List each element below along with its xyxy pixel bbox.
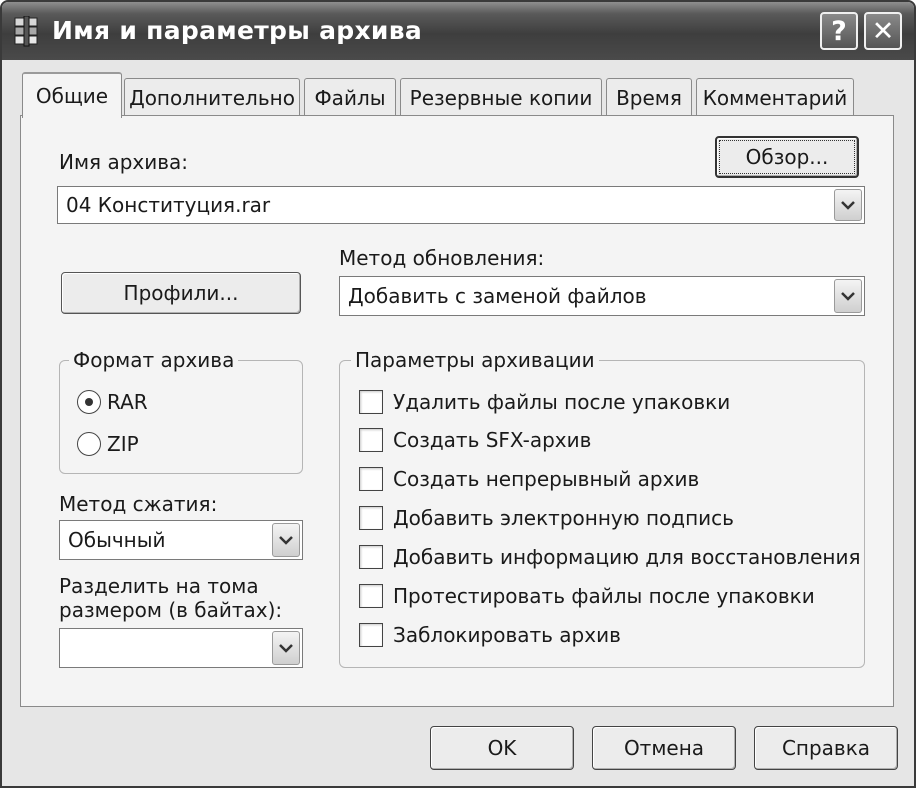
chevron-down-icon[interactable]	[834, 189, 862, 221]
cancel-button-label: Отмена	[623, 736, 705, 760]
digital-signature-checkbox[interactable]	[359, 506, 383, 530]
question-mark-icon: ?	[831, 15, 847, 47]
split-volumes-label-line2: размером (в байтах):	[59, 598, 283, 622]
archiving-options-group-label: Параметры архивации	[351, 348, 599, 372]
tab-backup[interactable]: Резервные копии	[400, 78, 602, 116]
update-method-value: Добавить с заменой файлов	[348, 284, 647, 308]
solid-archive-checkbox[interactable]	[359, 467, 383, 491]
lock-archive-label[interactable]: Заблокировать архив	[393, 623, 621, 647]
test-after-pack-label[interactable]: Протестировать файлы после упаковки	[393, 584, 815, 608]
profiles-button[interactable]: Профили...	[61, 272, 301, 314]
lock-archive-checkbox[interactable]	[359, 623, 383, 647]
tab-time[interactable]: Время	[606, 78, 692, 116]
help-title-button[interactable]: ?	[820, 12, 858, 50]
ok-button[interactable]: OK	[430, 726, 574, 770]
archive-name-label: Имя архива:	[59, 150, 189, 174]
delete-after-pack-label[interactable]: Удалить файлы после упаковки	[393, 390, 730, 414]
archive-name-combobox[interactable]: 04 Конституция.rar	[57, 186, 865, 224]
recovery-record-label[interactable]: Добавить информацию для восстановления	[393, 545, 861, 569]
recovery-record-checkbox[interactable]	[359, 545, 383, 569]
tab-advanced[interactable]: Дополнительно	[124, 78, 300, 116]
close-button[interactable]: ✕	[864, 12, 902, 50]
window-title: Имя и параметры архива	[52, 16, 423, 45]
tab-label: Дополнительно	[129, 85, 295, 110]
rar-radio-label[interactable]: RAR	[107, 390, 148, 414]
browse-button-label: Обзор...	[745, 145, 829, 169]
ok-button-label: OK	[487, 736, 517, 760]
compression-method-value: Обычный	[68, 528, 166, 552]
create-sfx-checkbox[interactable]	[359, 428, 383, 452]
create-sfx-label[interactable]: Создать SFX-архив	[393, 428, 591, 452]
close-icon: ✕	[871, 15, 895, 47]
tab-label: Общие	[35, 84, 109, 108]
tab-comment[interactable]: Комментарий	[696, 78, 854, 116]
chevron-down-icon[interactable]	[834, 279, 862, 313]
cancel-button[interactable]: Отмена	[592, 726, 736, 770]
tab-label: Файлы	[314, 85, 386, 110]
digital-signature-label[interactable]: Добавить электронную подпись	[393, 506, 734, 530]
test-after-pack-checkbox[interactable]	[359, 584, 383, 608]
tab-files[interactable]: Файлы	[304, 78, 396, 116]
browse-button[interactable]: Обзор...	[715, 136, 859, 178]
split-volumes-combobox[interactable]	[59, 628, 303, 668]
zip-radio[interactable]	[77, 432, 101, 456]
update-method-combobox[interactable]: Добавить с заменой файлов	[339, 276, 865, 316]
tab-label: Время	[616, 85, 682, 110]
chevron-down-icon[interactable]	[272, 523, 300, 557]
archive-dialog: Имя и параметры архива ? ✕ Общие Дополни…	[0, 0, 916, 788]
split-volumes-label-line1: Разделить на тома	[59, 574, 259, 598]
chevron-down-icon[interactable]	[272, 631, 300, 665]
solid-archive-label[interactable]: Создать непрерывный архив	[393, 467, 699, 491]
compression-method-combobox[interactable]: Обычный	[59, 520, 303, 560]
winrar-books-icon	[14, 16, 38, 47]
update-method-label: Метод обновления:	[339, 246, 545, 270]
archive-format-group-label: Формат архива	[69, 348, 239, 372]
archive-name-value: 04 Конституция.rar	[66, 193, 271, 217]
tab-label: Комментарий	[702, 85, 848, 110]
tab-label: Резервные копии	[409, 85, 593, 110]
tab-panel-general: Имя архива: Обзор... 04 Конституция.rar …	[20, 115, 894, 707]
tab-general[interactable]: Общие	[22, 72, 122, 118]
delete-after-pack-checkbox[interactable]	[359, 390, 383, 414]
help-button[interactable]: Справка	[754, 726, 898, 770]
profiles-button-label: Профили...	[123, 281, 239, 305]
archive-format-group	[59, 360, 303, 474]
zip-radio-label[interactable]: ZIP	[107, 432, 139, 456]
compression-method-label: Метод сжатия:	[59, 492, 218, 516]
rar-radio[interactable]	[77, 390, 101, 414]
title-bar[interactable]: Имя и параметры архива ? ✕	[2, 2, 914, 60]
help-button-label: Справка	[781, 736, 871, 760]
